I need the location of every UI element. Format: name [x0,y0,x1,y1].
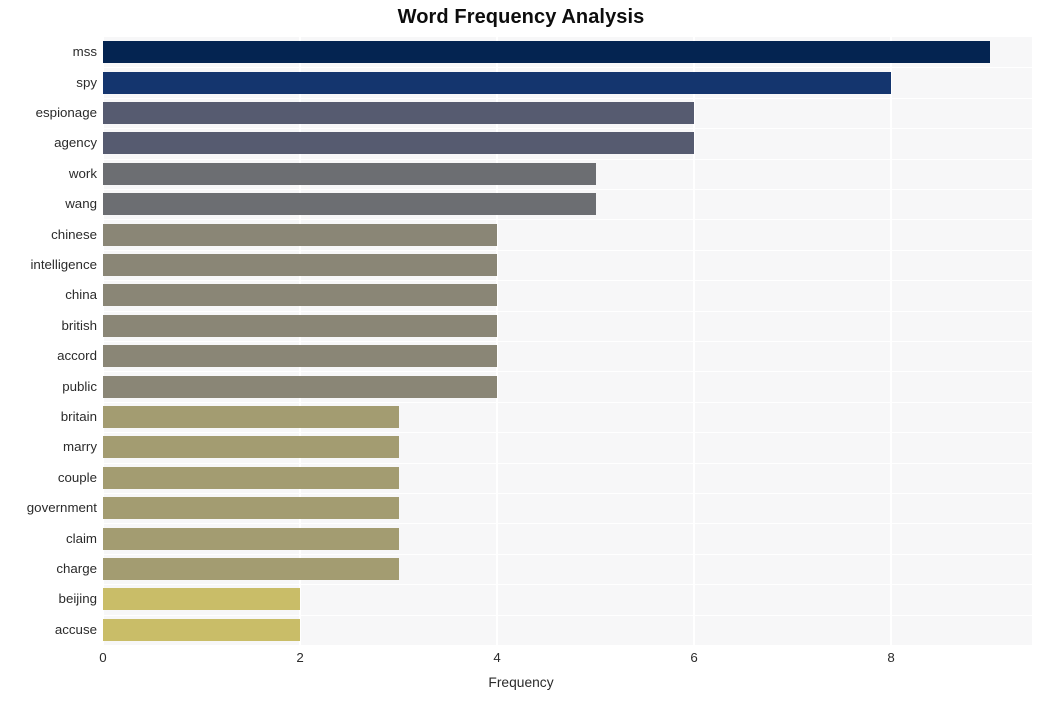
y-axis-label-public: public [62,378,97,394]
y-axis-label-agency: agency [54,135,97,151]
bar-accord[interactable] [103,345,498,368]
y-axis-label-accuse: accuse [54,621,97,637]
y-axis-label-britain: britain [60,409,97,424]
bar-row[interactable] [103,341,1032,369]
bar-row[interactable] [103,189,1032,217]
bar-row[interactable] [103,98,1032,126]
bar-row[interactable] [103,311,1032,339]
bar-british[interactable] [103,314,498,337]
bar-row[interactable] [103,37,1032,65]
bar-charge[interactable] [103,557,399,580]
bar-row[interactable] [103,128,1032,156]
bar-chinese[interactable] [103,223,498,246]
bar-row[interactable] [103,67,1032,95]
x-tick-6: 6 [690,650,698,665]
bar-row[interactable] [103,250,1032,278]
bar-row[interactable] [103,280,1032,308]
bar-wang[interactable] [103,193,596,216]
bar-public[interactable] [103,375,498,398]
bar-row[interactable] [103,523,1032,551]
bar-accuse[interactable] [103,618,301,641]
y-axis-label-spy: spy [76,74,97,90]
x-tick-0: 0 [99,650,107,665]
bar-espionage[interactable] [103,101,695,124]
plot-area [102,37,1032,645]
x-tick-8: 8 [887,650,895,665]
bar-work[interactable] [103,162,596,185]
bar-row[interactable] [103,402,1032,430]
bar-row[interactable] [103,463,1032,491]
y-axis-label-government: government [26,500,97,516]
bars-container [103,37,1032,645]
y-axis-label-couple: couple [57,469,97,485]
bar-beijing[interactable] [103,588,301,611]
y-axis-label-intelligence: intelligence [30,257,97,272]
y-axis-label-chinese: chinese [51,226,97,242]
bar-intelligence[interactable] [103,253,498,276]
bar-government[interactable] [103,497,399,520]
bar-china[interactable] [103,284,498,307]
word-frequency-chart: Word Frequency Analysis mss spy espionage a… [0,0,1042,701]
bar-couple[interactable] [103,466,399,489]
bar-row[interactable] [103,219,1032,247]
y-axis-label-mss: mss [72,44,97,60]
bar-marry[interactable] [103,436,399,459]
y-axis-label-wang: wang [65,196,97,212]
x-axis-title: Frequency [488,675,554,690]
x-axis-tick-labels: 0 2 4 6 8 [0,650,1042,672]
y-axis-label-work: work [68,165,97,181]
bar-row[interactable] [103,493,1032,521]
bar-row[interactable] [103,371,1032,399]
bar-row[interactable] [103,159,1032,187]
bar-agency[interactable] [103,132,695,155]
bar-row[interactable] [103,432,1032,460]
bar-row[interactable] [103,584,1032,612]
y-axis-label-espionage: espionage [35,105,97,120]
y-axis-label-claim: claim [65,530,97,546]
bar-row[interactable] [103,615,1032,643]
y-axis-label-marry: marry [63,439,97,455]
chart-title: Word Frequency Analysis [397,6,645,28]
bar-claim[interactable] [103,527,399,550]
x-tick-4: 4 [493,650,501,665]
bar-spy[interactable] [103,71,892,94]
bar-row[interactable] [103,554,1032,582]
y-axis-label-charge: charge [56,561,97,576]
bar-mss[interactable] [103,41,990,64]
y-axis-label-british: british [61,317,97,333]
x-tick-2: 2 [296,650,304,665]
y-axis-label-china: china [65,287,97,303]
y-axis-labels: mss spy espionage agency work wang chinese inte… [0,37,97,645]
bar-britain[interactable] [103,405,399,428]
y-axis-label-accord: accord [57,348,97,364]
y-axis-label-beijing: beijing [58,591,97,607]
